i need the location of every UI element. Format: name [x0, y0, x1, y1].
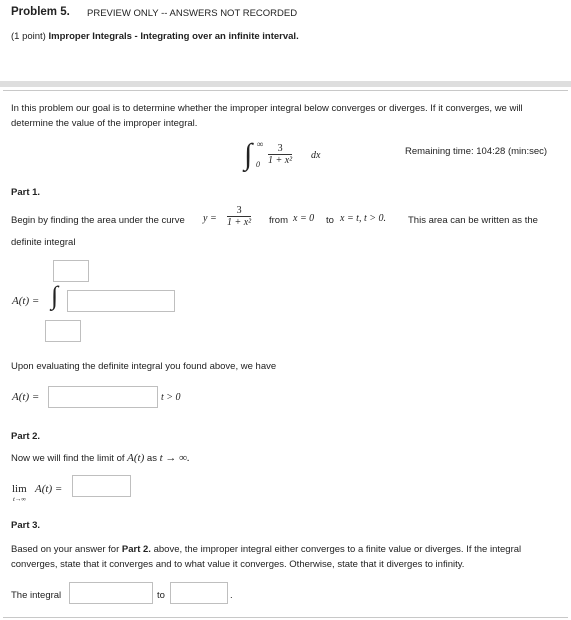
- remaining-time: Remaining time: 104:28 (min:sec): [405, 146, 548, 157]
- part1-tail-text: This area can be written as the: [408, 215, 538, 226]
- integral-upper-limit: ∞: [257, 139, 264, 149]
- integral-numerator: 3: [268, 143, 293, 155]
- to-label: to: [157, 590, 165, 601]
- lim-label: lim: [12, 483, 27, 495]
- A-of-t-input[interactable]: [48, 386, 158, 408]
- integral-sign: ∫: [244, 138, 253, 171]
- main-integral: ∫ ∞ 0 3 1 + x² dx: [244, 138, 334, 180]
- part3-text-pre: Based on your answer for: [11, 544, 120, 555]
- curve-denominator: 1 + x²: [227, 217, 252, 228]
- from-expression: x = 0: [293, 213, 315, 224]
- part2-text-pre: Now we will find the limit of: [11, 453, 125, 464]
- the-integral-label: The integral: [11, 590, 62, 601]
- A-of-t-label-2: A(t) =: [12, 391, 40, 403]
- integral-denominator: 1 + x²: [268, 155, 293, 166]
- curve-fraction: 3 1 + x²: [227, 205, 252, 228]
- to-text: to: [326, 215, 334, 226]
- problem-description: (1 point) Improper Integrals - Integrati…: [11, 31, 299, 42]
- integral-lower-limit: 0: [256, 160, 260, 169]
- integral-sign-small: ∫: [51, 281, 59, 310]
- part1-begin-text: Begin by finding the area under the curv…: [11, 215, 185, 226]
- behavior-input[interactable]: [69, 582, 153, 604]
- curve-lhs: y =: [203, 213, 217, 224]
- points-label: (1 point): [11, 31, 46, 42]
- problem-topic: Improper Integrals - Integrating over an…: [48, 31, 299, 42]
- part2-A-expr: A(t): [127, 452, 145, 464]
- part2-text: Now we will find the limit of A(t) as t …: [11, 452, 190, 464]
- part2-limit-expr: t → ∞.: [159, 452, 190, 464]
- part1-heading: Part 1.: [11, 187, 41, 198]
- definite-integral-text: definite integral: [11, 237, 76, 248]
- preview-notice: PREVIEW ONLY -- ANSWERS NOT RECORDED: [87, 8, 298, 19]
- evaluating-text: Upon evaluating the definite integral yo…: [11, 361, 277, 372]
- problem-title: Problem 5.: [11, 6, 70, 18]
- integral-differential: dx: [311, 150, 321, 161]
- upper-limit-input[interactable]: [53, 260, 89, 282]
- part3-text: Based on your answer for Part 2. above, …: [11, 542, 559, 572]
- integrand-input[interactable]: [67, 290, 175, 312]
- to-expression: x = t, t > 0.: [340, 213, 386, 224]
- limit-input[interactable]: [72, 475, 131, 497]
- integral-fraction: 3 1 + x²: [268, 143, 293, 166]
- A-of-t-label: A(t) =: [12, 295, 40, 307]
- content-frame-top: [3, 90, 568, 91]
- lower-limit-input[interactable]: [45, 320, 81, 342]
- part2-heading: Part 2.: [11, 431, 41, 442]
- content-frame-bottom: [3, 617, 568, 618]
- section-divider: [0, 81, 571, 87]
- intro-text: In this problem our goal is to determine…: [11, 103, 523, 129]
- lim-subscript: t→∞: [13, 496, 26, 503]
- t-condition: t > 0: [161, 392, 181, 403]
- from-text: from: [269, 215, 288, 226]
- curve-numerator: 3: [227, 205, 252, 217]
- part2-text-as: as: [146, 453, 157, 464]
- part3-heading: Part 3.: [11, 520, 41, 531]
- part3-text-bold: Part 2.: [121, 544, 151, 555]
- period: .: [230, 590, 233, 601]
- lim-A-of-t: A(t) =: [35, 483, 63, 495]
- converge-value-input[interactable]: [170, 582, 228, 604]
